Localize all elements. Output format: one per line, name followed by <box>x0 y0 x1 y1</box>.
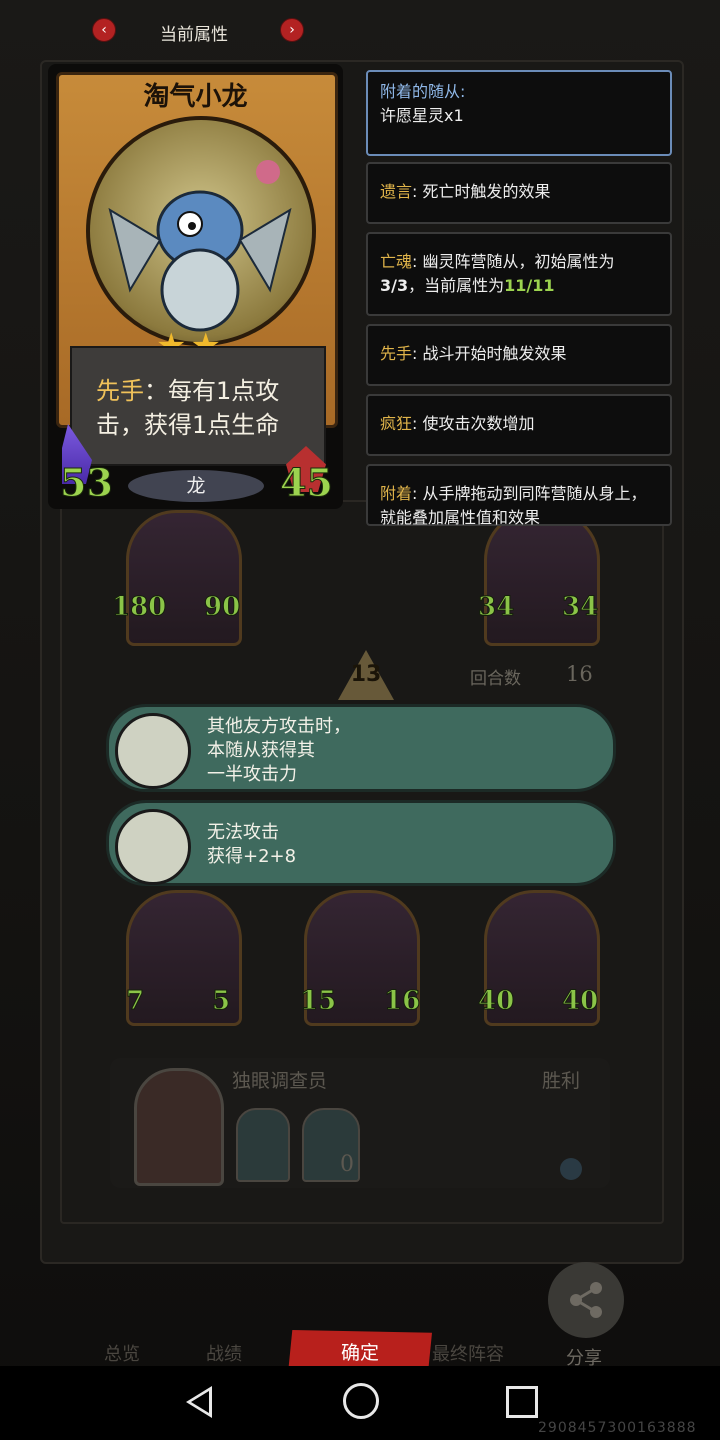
tooltip-deathrattle: 遗言: 死亡时触发的效果 <box>366 162 672 224</box>
tab-lineup[interactable]: 最终阵容 <box>432 1340 504 1366</box>
top-nav: ‹ 当前属性 › <box>0 16 720 46</box>
opponent-result: 胜利 <box>542 1070 581 1092</box>
recent-apps-icon[interactable] <box>506 1386 538 1418</box>
ability-box: 先手：每有1点攻击，获得1点生命 <box>70 346 326 466</box>
card-name: 淘气小龙 <box>143 82 248 112</box>
card-attack: 53 <box>60 460 114 506</box>
tooltip-key: 附着 <box>380 484 413 503</box>
buff-line: 一半攻击力 <box>207 764 297 785</box>
tooltip-text: : 使攻击次数增加 <box>412 414 535 433</box>
minion-attack: 15 <box>299 986 337 1017</box>
chevron-right-icon[interactable]: › <box>280 18 304 42</box>
board-minion[interactable] <box>484 510 600 646</box>
hand-count: 0 <box>340 1152 354 1177</box>
share-icon <box>570 1282 602 1318</box>
tooltip-green: 11/11 <box>504 276 555 295</box>
opponent-name: 独眼调查员 <box>232 1070 328 1092</box>
buff-line: 无法攻击 <box>207 822 279 843</box>
minion-attack: 34 <box>477 592 515 623</box>
ability-text: 先手：每有1点攻击，获得1点生命 <box>96 374 306 442</box>
tooltip-attached: 附着的随从: 许愿星灵x1 <box>366 70 672 156</box>
tooltip-key: 遗言 <box>380 182 413 201</box>
sword-icon <box>560 1158 582 1180</box>
share-button[interactable] <box>548 1262 624 1338</box>
tooltip-ghost: 亡魂: 幽灵阵营随从，初始属性为3/3，当前属性为11/11 <box>366 232 672 316</box>
minion-attack: 40 <box>477 986 515 1017</box>
tooltip-key: 先手 <box>380 344 413 363</box>
tooltip-bold: 3/3 <box>380 276 409 295</box>
back-icon-inner <box>191 1391 209 1413</box>
axe-icon <box>115 713 191 789</box>
tooltip-text: : 幽灵阵营随从，初始属性为 <box>412 252 615 271</box>
chevron-left-icon[interactable]: ‹ <box>92 18 116 42</box>
home-icon[interactable] <box>343 1383 379 1419</box>
dragon-portrait <box>86 116 316 346</box>
tooltip-key: 疯狂 <box>380 414 413 433</box>
avatar <box>134 1068 224 1186</box>
tooltip-key: 附着的随从: <box>380 82 466 101</box>
tooltip-frenzy: 疯狂: 使攻击次数增加 <box>366 394 672 456</box>
tribe-badge: 龙 <box>128 470 264 502</box>
tooltip-attach: 附着: 从手牌拖动到同阵营随从身上，就能叠加属性值和效果 <box>366 464 672 527</box>
buff-item: 无法攻击 获得+2+8 <box>106 800 616 886</box>
minion-health: 5 <box>211 986 231 1017</box>
tooltip-key: 亡魂 <box>380 252 413 271</box>
buff-line: 其他友方攻击时， <box>207 716 351 737</box>
hand-card <box>236 1108 290 1182</box>
tooltip-text: 许愿星灵x1 <box>380 106 464 125</box>
minion-detail-card: 淘气小龙 ★★ 先手：每有1点攻击，获得1点生命 53 龙 45 <box>48 64 343 509</box>
buff-line: 本随从获得其 <box>207 740 315 761</box>
tab-record[interactable]: 战绩 <box>206 1340 242 1366</box>
board-minion[interactable] <box>126 510 242 646</box>
attack-counter: 13 <box>350 662 382 687</box>
minion-attack: 7 <box>125 986 145 1017</box>
tab-overview[interactable]: 总览 <box>104 1340 140 1366</box>
tooltip-first-strike: 先手: 战斗开始时触发效果 <box>366 324 672 386</box>
round-label: 回合数 <box>470 669 521 689</box>
tooltip-text: : 战斗开始时触发效果 <box>412 344 567 363</box>
minion-attack: 180 <box>111 592 167 623</box>
spikes-icon <box>115 809 191 885</box>
minion-health: 34 <box>561 592 599 623</box>
watermark: 2908457300163888 <box>538 1420 697 1436</box>
buff-line: 获得+2+8 <box>207 846 297 867</box>
tooltip-text: ，当前属性为 <box>408 276 505 295</box>
minion-health: 40 <box>561 986 599 1017</box>
tooltip-text: : 死亡时触发的效果 <box>412 182 551 201</box>
ability-keyword: 先手 <box>96 377 144 405</box>
card-health: 45 <box>280 460 334 506</box>
minion-health: 16 <box>383 986 421 1017</box>
buff-item: 其他友方攻击时， 本随从获得其 一半攻击力 <box>106 704 616 792</box>
tooltip-text: : 从手牌拖动到同阵营随从身上，就能叠加属性值和效果 <box>380 484 647 527</box>
round-value: 16 <box>566 662 593 686</box>
minion-health: 90 <box>203 592 241 623</box>
page-title: 当前属性 <box>160 25 228 45</box>
